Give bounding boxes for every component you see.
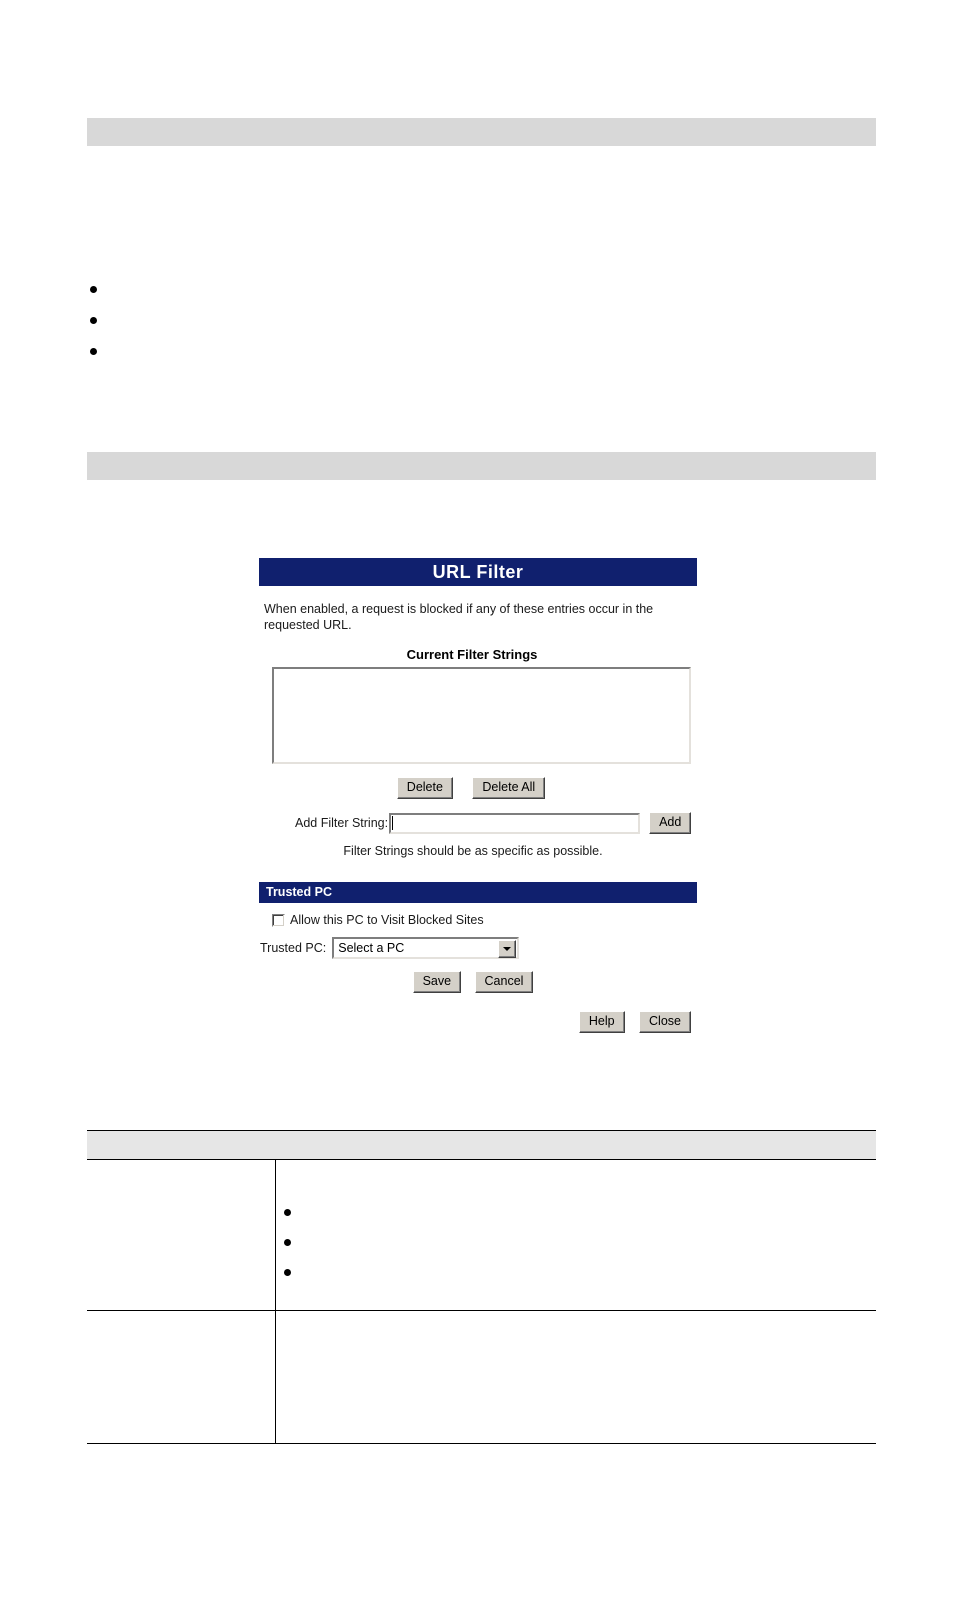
bullet-dot-icon bbox=[90, 286, 97, 293]
text-caret bbox=[392, 815, 394, 830]
list-item bbox=[87, 340, 847, 371]
cancel-button[interactable]: Cancel bbox=[474, 971, 534, 993]
save-cancel-row: Save Cancel bbox=[259, 971, 697, 993]
trusted-pc-selected-value: Select a PC bbox=[338, 941, 405, 955]
allow-blocked-sites-label: Allow this PC to Visit Blocked Sites bbox=[290, 913, 484, 927]
bullet-dot-icon bbox=[90, 317, 97, 324]
section-heading-bar-1 bbox=[87, 118, 876, 146]
table-row bbox=[87, 1159, 876, 1311]
trusted-pc-row: Trusted PC: Select a PC bbox=[259, 937, 697, 959]
table-header-row bbox=[87, 1130, 876, 1160]
page-title: URL Filter bbox=[259, 558, 697, 586]
section-heading-bar-2 bbox=[87, 452, 876, 480]
row-description-cell bbox=[275, 1310, 876, 1444]
column-header-name bbox=[87, 1130, 276, 1160]
trusted-pc-select[interactable]: Select a PC bbox=[332, 937, 520, 959]
table-row bbox=[87, 1310, 876, 1444]
list-item bbox=[284, 1264, 868, 1294]
trusted-pc-section-title: Trusted PC bbox=[259, 882, 697, 903]
column-header-description bbox=[275, 1130, 876, 1160]
delete-all-button[interactable]: Delete All bbox=[472, 777, 546, 799]
intro-text: When enabled, a request is blocked if an… bbox=[264, 602, 654, 632]
list-item bbox=[87, 309, 847, 340]
list-item bbox=[284, 1234, 868, 1264]
row-description-cell bbox=[275, 1159, 876, 1311]
chevron-down-icon[interactable] bbox=[498, 940, 517, 958]
add-button[interactable]: Add bbox=[649, 812, 692, 834]
save-button[interactable]: Save bbox=[412, 971, 462, 993]
add-filter-string-label: Add Filter String: bbox=[295, 816, 389, 830]
row-name-cell bbox=[87, 1159, 276, 1311]
list-item bbox=[87, 278, 847, 309]
current-filter-strings-label: Current Filter Strings bbox=[406, 647, 538, 662]
help-button[interactable]: Help bbox=[578, 1011, 625, 1033]
add-filter-string-input[interactable] bbox=[389, 812, 641, 834]
reference-table bbox=[87, 1130, 876, 1444]
allow-blocked-sites-row[interactable]: Allow this PC to Visit Blocked Sites bbox=[259, 913, 697, 927]
row-name-cell bbox=[87, 1310, 276, 1444]
trusted-pc-label: Trusted PC: bbox=[260, 941, 327, 955]
url-filter-screenshot: URL Filter When enabled, a request is bl… bbox=[259, 558, 697, 1033]
allow-blocked-sites-checkbox[interactable] bbox=[272, 913, 285, 927]
add-filter-row: Add Filter String: Add bbox=[259, 812, 697, 834]
delete-buttons-row: Delete Delete All bbox=[259, 777, 697, 799]
filter-strings-note: Filter Strings should be as specific as … bbox=[343, 844, 603, 858]
bullet-list bbox=[87, 278, 847, 371]
delete-button[interactable]: Delete bbox=[396, 777, 453, 799]
current-filter-strings-listbox[interactable] bbox=[272, 667, 691, 764]
row-bullet-list bbox=[284, 1166, 868, 1294]
document-page: URL Filter When enabled, a request is bl… bbox=[0, 0, 954, 1608]
close-button[interactable]: Close bbox=[639, 1011, 691, 1033]
bullet-dot-icon bbox=[90, 348, 97, 355]
help-close-row: Help Close bbox=[259, 1011, 697, 1033]
list-item bbox=[284, 1204, 868, 1234]
